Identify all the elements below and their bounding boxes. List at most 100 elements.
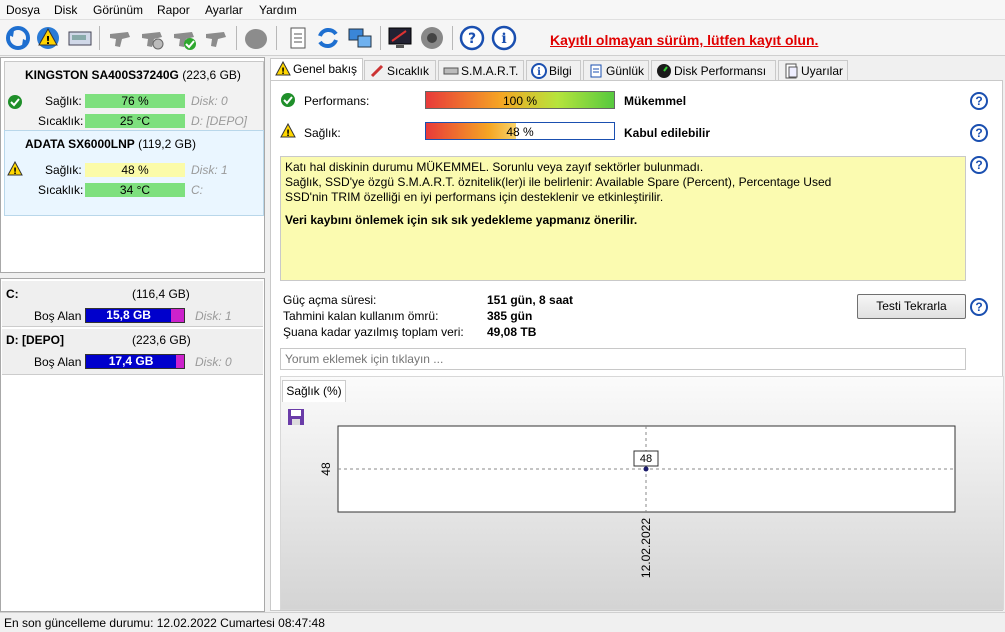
backup-warning: Veri kaybını önlemek için sık sık yedekl… (285, 213, 638, 227)
temp-label: Sıcaklık: (38, 183, 84, 197)
volume-name: C: (6, 287, 19, 301)
disk-number: Disk: 1 (195, 309, 232, 323)
help-icon[interactable]: ? (970, 124, 988, 142)
data-point (643, 466, 649, 472)
menu-ayarlar[interactable]: Ayarlar (205, 3, 243, 17)
drive-check-icon[interactable] (170, 24, 198, 52)
alert-icon[interactable]: ! (34, 24, 62, 52)
menu-disk[interactable]: Disk (54, 3, 77, 17)
comment-input[interactable] (280, 348, 966, 370)
volume-card[interactable]: C: (116,4 GB) Boş Alan 15,8 GB Disk: 1 (2, 281, 263, 327)
gun-icon[interactable] (106, 24, 134, 52)
volume-list-panel: C: (116,4 GB) Boş Alan 15,8 GB Disk: 1 D… (0, 278, 265, 612)
menu-dosya[interactable]: Dosya (6, 3, 40, 17)
help-icon[interactable]: ? (970, 298, 988, 316)
sync-icon[interactable] (314, 24, 342, 52)
tab-gunluk[interactable]: Günlük (583, 60, 649, 80)
notepad-icon[interactable] (284, 24, 312, 52)
retest-button[interactable]: Testi Tekrarla (857, 294, 966, 319)
menu-gorunum[interactable]: Görünüm (93, 3, 143, 17)
svg-text:i: i (501, 31, 506, 47)
health-label: Sağlık: (304, 126, 341, 140)
menu-bar: Dosya Disk Görünüm Rapor Ayarlar Yardım (0, 0, 1005, 20)
power-on-value: 151 gün, 8 saat (487, 293, 574, 307)
y-tick-label: 48 (319, 462, 333, 476)
temp-label: Sıcaklık: (38, 114, 84, 128)
remaining-life-value: 385 gün (487, 309, 533, 323)
menu-yardim[interactable]: Yardım (259, 3, 297, 17)
tab-bilgi[interactable]: i Bilgi (526, 60, 581, 80)
remaining-life-label: Tahmini kalan kullanım ömrü: (283, 309, 439, 323)
health-label: Sağlık: (45, 94, 82, 108)
disk-number: Disk: 0 (195, 355, 232, 369)
health-bar: 48 % (425, 122, 615, 140)
speaker-icon[interactable] (418, 24, 446, 52)
free-space-label: Boş Alan (34, 309, 82, 323)
written-data-value: 49,08 TB (487, 325, 537, 339)
network-icon[interactable] (346, 24, 374, 52)
drive-icon[interactable] (66, 24, 94, 52)
free-space-bar: 15,8 GB (85, 308, 185, 323)
check-icon (280, 92, 296, 108)
svg-text:i: i (537, 67, 541, 78)
last-update-text: En son güncelleme durumu: 12.02.2022 Cum… (4, 616, 325, 630)
volume-card[interactable]: D: [DEPO] (223,6 GB) Boş Alan 17,4 GB Di… (2, 329, 263, 375)
svg-text:!: ! (45, 34, 50, 47)
monitor-icon[interactable] (386, 24, 414, 52)
menu-rapor[interactable]: Rapor (157, 3, 190, 17)
health-bar: 76 % (85, 94, 185, 108)
disk-number: Disk: 1 (191, 163, 228, 177)
free-space-label: Boş Alan (34, 355, 82, 369)
tab-health-chart[interactable]: Sağlık (%) (282, 380, 346, 402)
help-icon[interactable]: ? (458, 24, 486, 52)
svg-text:?: ? (468, 31, 476, 47)
disk-title: KINGSTON SA400S37240G (223,6 GB) (25, 68, 241, 82)
disk-card-selected[interactable]: ADATA SX6000LNP (119,2 GB) ! Sağlık: 48 … (4, 130, 264, 216)
tab-genel-bakis[interactable]: ! Genel bakış (270, 58, 363, 81)
health-label: Sağlık: (45, 163, 82, 177)
register-link[interactable]: Kayıtlı olmayan sürüm, lütfen kayıt olun… (550, 32, 818, 48)
gun-2-icon[interactable] (202, 24, 230, 52)
power-on-label: Güç açma süresi: (283, 293, 377, 307)
disk-title: ADATA SX6000LNP (119,2 GB) (25, 137, 196, 151)
blob-icon[interactable] (242, 24, 270, 52)
disk-list-panel: KINGSTON SA400S37240G (223,6 GB) Sağlık:… (0, 57, 265, 273)
message-line: Sağlık, SSD'ye özgü S.M.A.R.T. öznitelik… (285, 175, 832, 189)
status-bar: En son güncelleme durumu: 12.02.2022 Cum… (0, 612, 1005, 632)
info-icon[interactable]: i (490, 24, 518, 52)
tab-disk-performansi[interactable]: Disk Performansı (651, 60, 776, 80)
volume-size: (223,6 GB) (132, 333, 191, 347)
message-line: Katı hal diskinin durumu MÜKEMMEL. Sorun… (285, 160, 704, 174)
performance-bar: 100 % (425, 91, 615, 109)
help-icon[interactable]: ? (970, 92, 988, 110)
drive-letter: D: [DEPO] (191, 114, 248, 128)
health-bar: 48 % (85, 163, 185, 177)
toolbar: ! ? i Kayıtlı olmayan sürüm, lütfen kayı… (0, 20, 1005, 56)
drive-letter: C: (191, 183, 203, 197)
tab-sicaklik[interactable]: Sıcaklık (364, 60, 436, 80)
tab-smart[interactable]: S.M.A.R.T. (438, 60, 524, 80)
volume-name: D: [DEPO] (6, 333, 64, 347)
temp-bar: 34 °C (85, 183, 185, 197)
performance-status: Mükemmel (624, 94, 687, 108)
drive-gear-icon[interactable] (138, 24, 166, 52)
svg-text:!: ! (281, 67, 285, 77)
point-label: 48 (640, 453, 652, 465)
help-icon[interactable]: ? (970, 156, 988, 174)
written-data-label: Şuana kadar yazılmış toplam veri: (283, 325, 464, 339)
tab-uyarilar[interactable]: Uyarılar (778, 60, 848, 80)
svg-text:!: ! (13, 167, 17, 177)
volume-size: (116,4 GB) (132, 287, 190, 301)
temp-bar: 25 °C (85, 114, 185, 128)
disk-number: Disk: 0 (191, 94, 228, 108)
warning-icon: ! (280, 122, 296, 139)
status-message-box: Katı hal diskinin durumu MÜKEMMEL. Sorun… (280, 156, 966, 281)
svg-text:!: ! (286, 129, 290, 139)
x-tick-label: 12.02.2022 (639, 518, 653, 578)
warning-icon: ! (7, 160, 23, 177)
message-line: SSD'nin TRIM özelliği en iyi performans … (285, 190, 664, 204)
health-status: Kabul edilebilir (624, 126, 711, 140)
refresh-icon[interactable] (4, 24, 32, 52)
free-space-bar: 17,4 GB (85, 354, 185, 369)
check-icon (7, 94, 23, 110)
